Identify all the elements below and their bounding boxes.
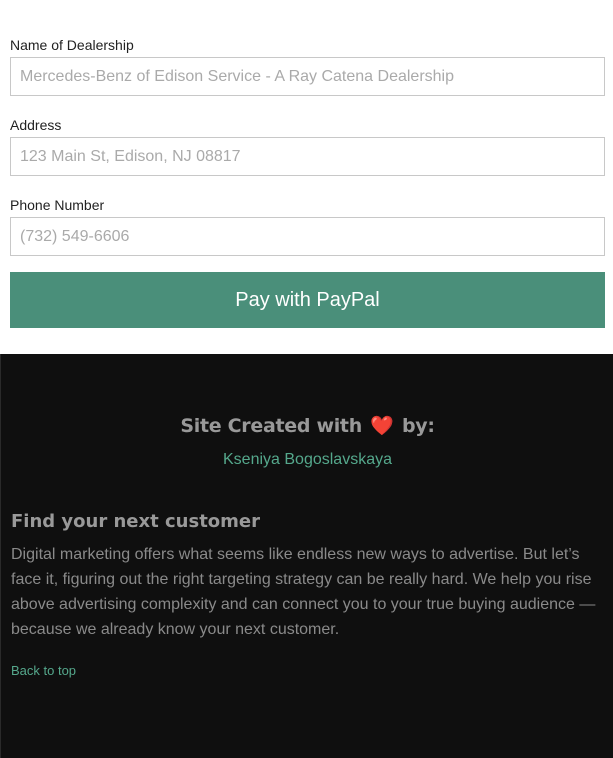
heart-icon: ❤️ (370, 415, 394, 437)
site-footer: Site Created with ❤️ by: Kseniya Bogosla… (0, 354, 613, 758)
credit-suffix: by: (401, 415, 435, 437)
back-to-top-link[interactable]: Back to top (11, 663, 76, 678)
credit-prefix: Site Created with (180, 415, 362, 437)
pay-with-paypal-button[interactable]: Pay with PayPal (10, 272, 605, 328)
footer-heading: Find your next customer (11, 511, 261, 532)
phone-label: Phone Number (10, 197, 105, 213)
dealership-input[interactable] (10, 57, 605, 96)
address-input[interactable] (10, 137, 605, 176)
site-credit: Site Created with ❤️ by: (1, 414, 613, 437)
address-label: Address (10, 117, 62, 133)
payment-form: Name of Dealership Address Phone Number … (0, 0, 613, 354)
phone-input[interactable] (10, 217, 605, 256)
dealership-label: Name of Dealership (10, 37, 134, 53)
footer-description: Digital marketing offers what seems like… (11, 546, 596, 638)
author-link[interactable]: Kseniya Bogoslavskaya (1, 451, 613, 469)
